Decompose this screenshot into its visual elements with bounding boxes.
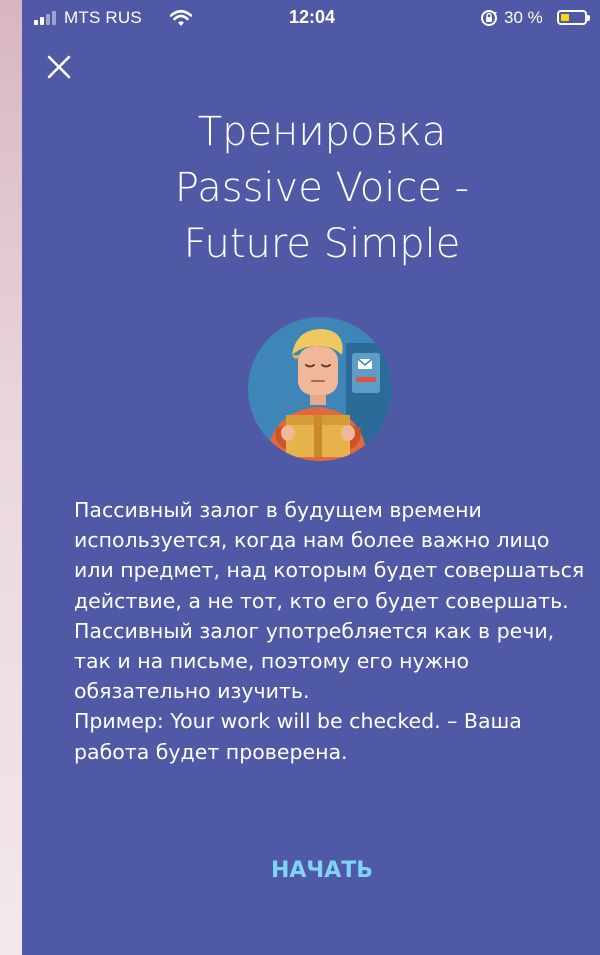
phone-screen: MTS RUS 12:04 30 % Тренировка Passive Vo… (22, 0, 600, 955)
status-time: 12:04 (289, 7, 336, 27)
courier-with-parcel-illustration (248, 317, 392, 461)
description-text: Пассивный залог в будущем времени исполь… (74, 498, 585, 704)
rotation-lock-icon (481, 10, 497, 26)
example-text: Пример: Your work will be checked. – Ваш… (74, 709, 522, 764)
signal-icon (34, 11, 58, 25)
lesson-description: Пассивный залог в будущем времени исполь… (74, 495, 594, 767)
title-line-1: Тренировка (197, 109, 447, 155)
close-icon[interactable] (44, 52, 74, 82)
title-line-2: Passive Voice - (174, 165, 470, 211)
status-bar: MTS RUS 12:04 30 % (22, 0, 600, 40)
carrier-name: MTS RUS (64, 8, 142, 27)
title-line-3: Future Simple (183, 221, 461, 267)
battery-icon (557, 10, 590, 25)
start-button[interactable]: НАЧАТЬ (192, 858, 452, 883)
battery-percent: 30 % (504, 8, 543, 27)
lesson-title: Тренировка Passive Voice - Future Simple (62, 104, 582, 272)
wifi-icon (170, 9, 192, 26)
page: MTS RUS 12:04 30 % Тренировка Passive Vo… (0, 0, 600, 955)
